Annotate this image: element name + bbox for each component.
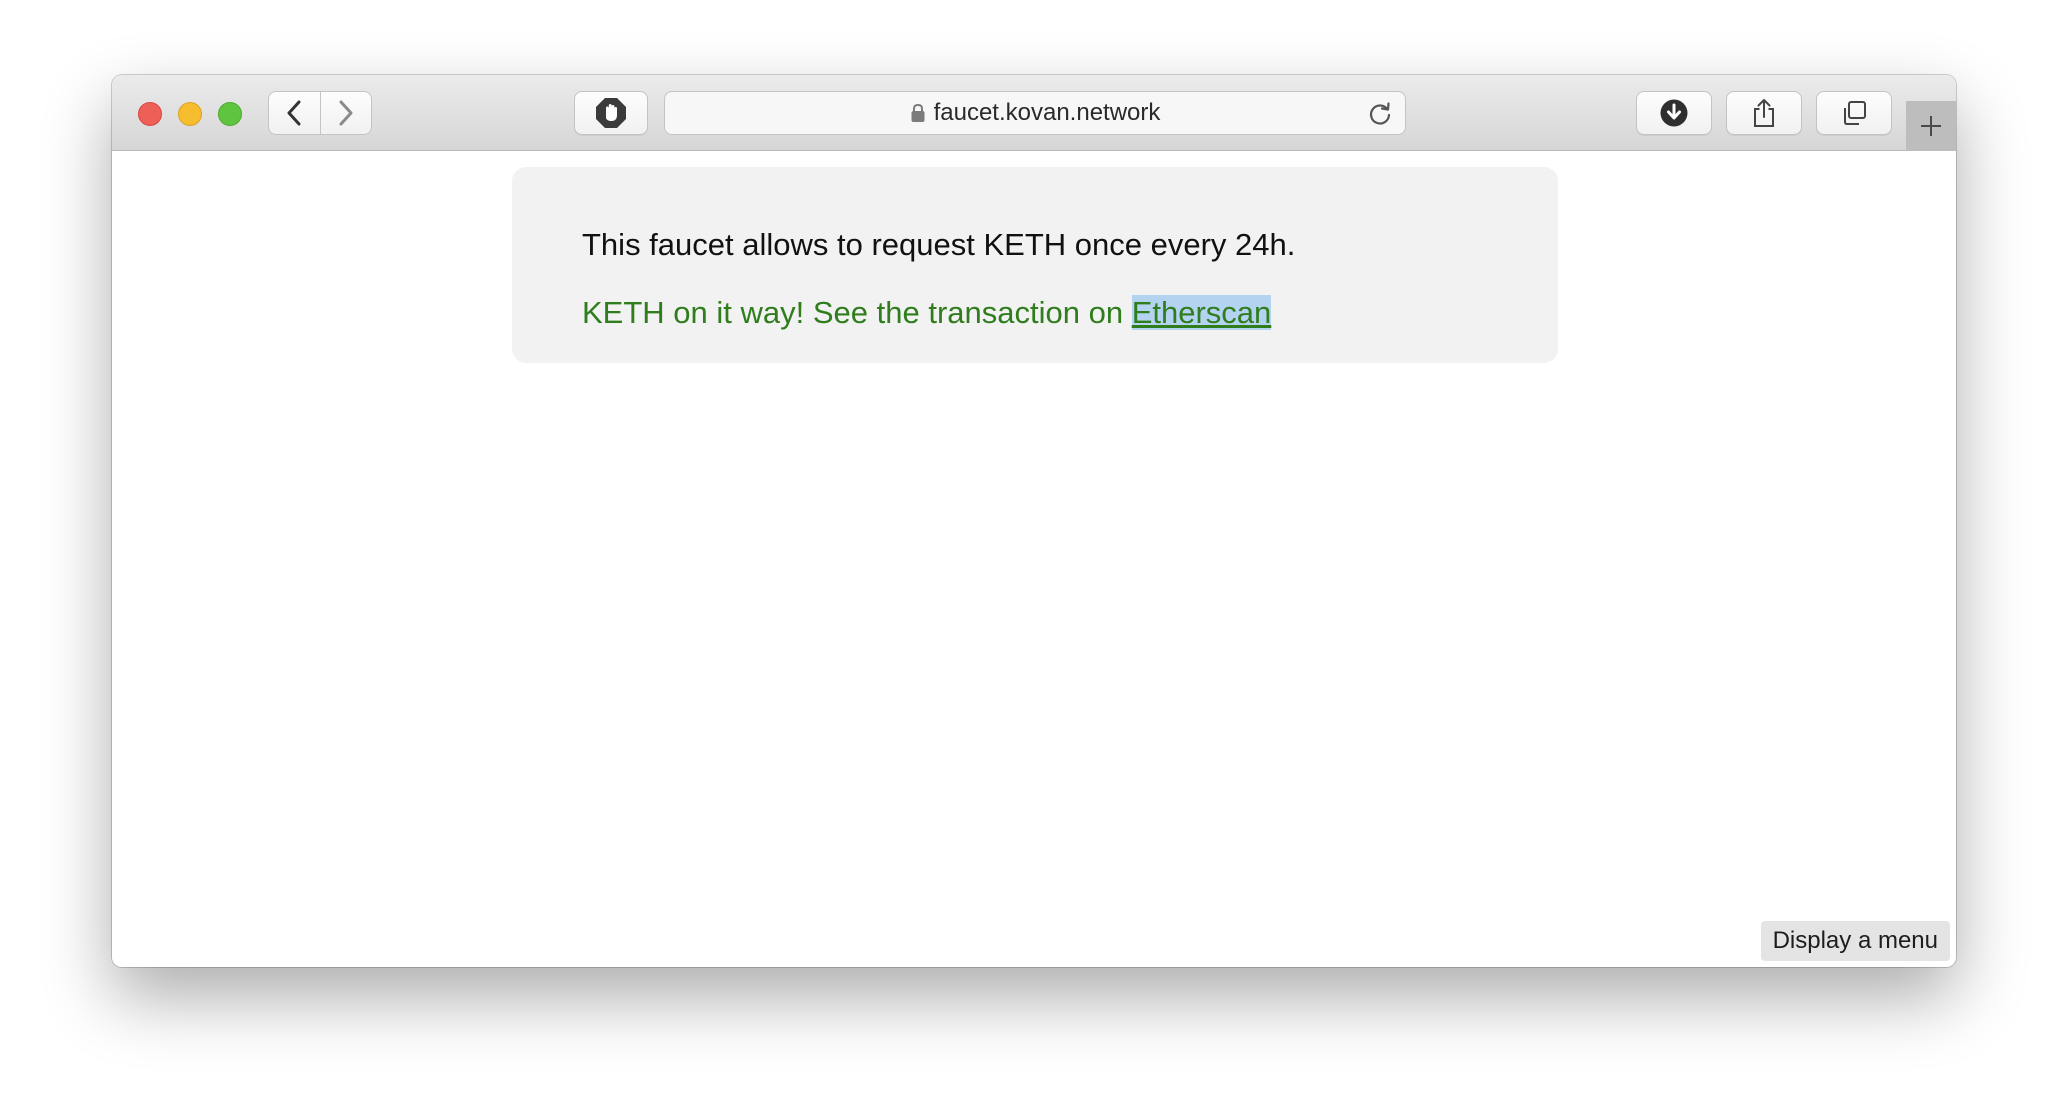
lock-icon <box>911 103 925 122</box>
web-content: This faucet allows to request KETH once … <box>112 151 1956 967</box>
tab-overview-icon <box>1844 101 1866 125</box>
window-close-button[interactable] <box>138 102 162 126</box>
tab-overview-button[interactable] <box>1816 91 1892 135</box>
success-text: KETH on it way! See the transaction on <box>582 295 1132 330</box>
etherscan-link[interactable]: Etherscan <box>1131 295 1272 330</box>
reload-icon <box>1369 102 1391 125</box>
share-button[interactable] <box>1726 91 1802 135</box>
downloads-button[interactable] <box>1636 91 1712 135</box>
browser-toolbar: faucet.kovan.network <box>112 75 1956 151</box>
hand-stop-icon <box>596 98 626 128</box>
plus-icon <box>1921 116 1941 136</box>
window-minimize-button[interactable] <box>178 102 202 126</box>
window-zoom-button[interactable] <box>218 102 242 126</box>
reload-button[interactable] <box>1367 101 1393 132</box>
success-message: KETH on it way! See the transaction on E… <box>582 295 1272 331</box>
share-icon <box>1754 99 1774 127</box>
back-button[interactable] <box>269 92 320 134</box>
address-bar[interactable]: faucet.kovan.network <box>664 91 1406 135</box>
address-url: faucet.kovan.network <box>933 99 1161 126</box>
chevron-left-icon <box>287 100 301 126</box>
forward-button[interactable] <box>319 92 372 134</box>
display-menu-button[interactable]: Display a menu <box>1760 921 1950 961</box>
download-icon <box>1660 99 1688 127</box>
navigation-buttons <box>268 91 372 135</box>
faucet-panel: This faucet allows to request KETH once … <box>512 167 1558 363</box>
browser-window: faucet.kovan.network This faucet allows … <box>112 75 1956 967</box>
chevron-right-icon <box>339 100 353 126</box>
privacy-report-button[interactable] <box>574 91 648 135</box>
faucet-intro-text: This faucet allows to request KETH once … <box>582 227 1296 262</box>
new-tab-button[interactable] <box>1906 101 1956 151</box>
